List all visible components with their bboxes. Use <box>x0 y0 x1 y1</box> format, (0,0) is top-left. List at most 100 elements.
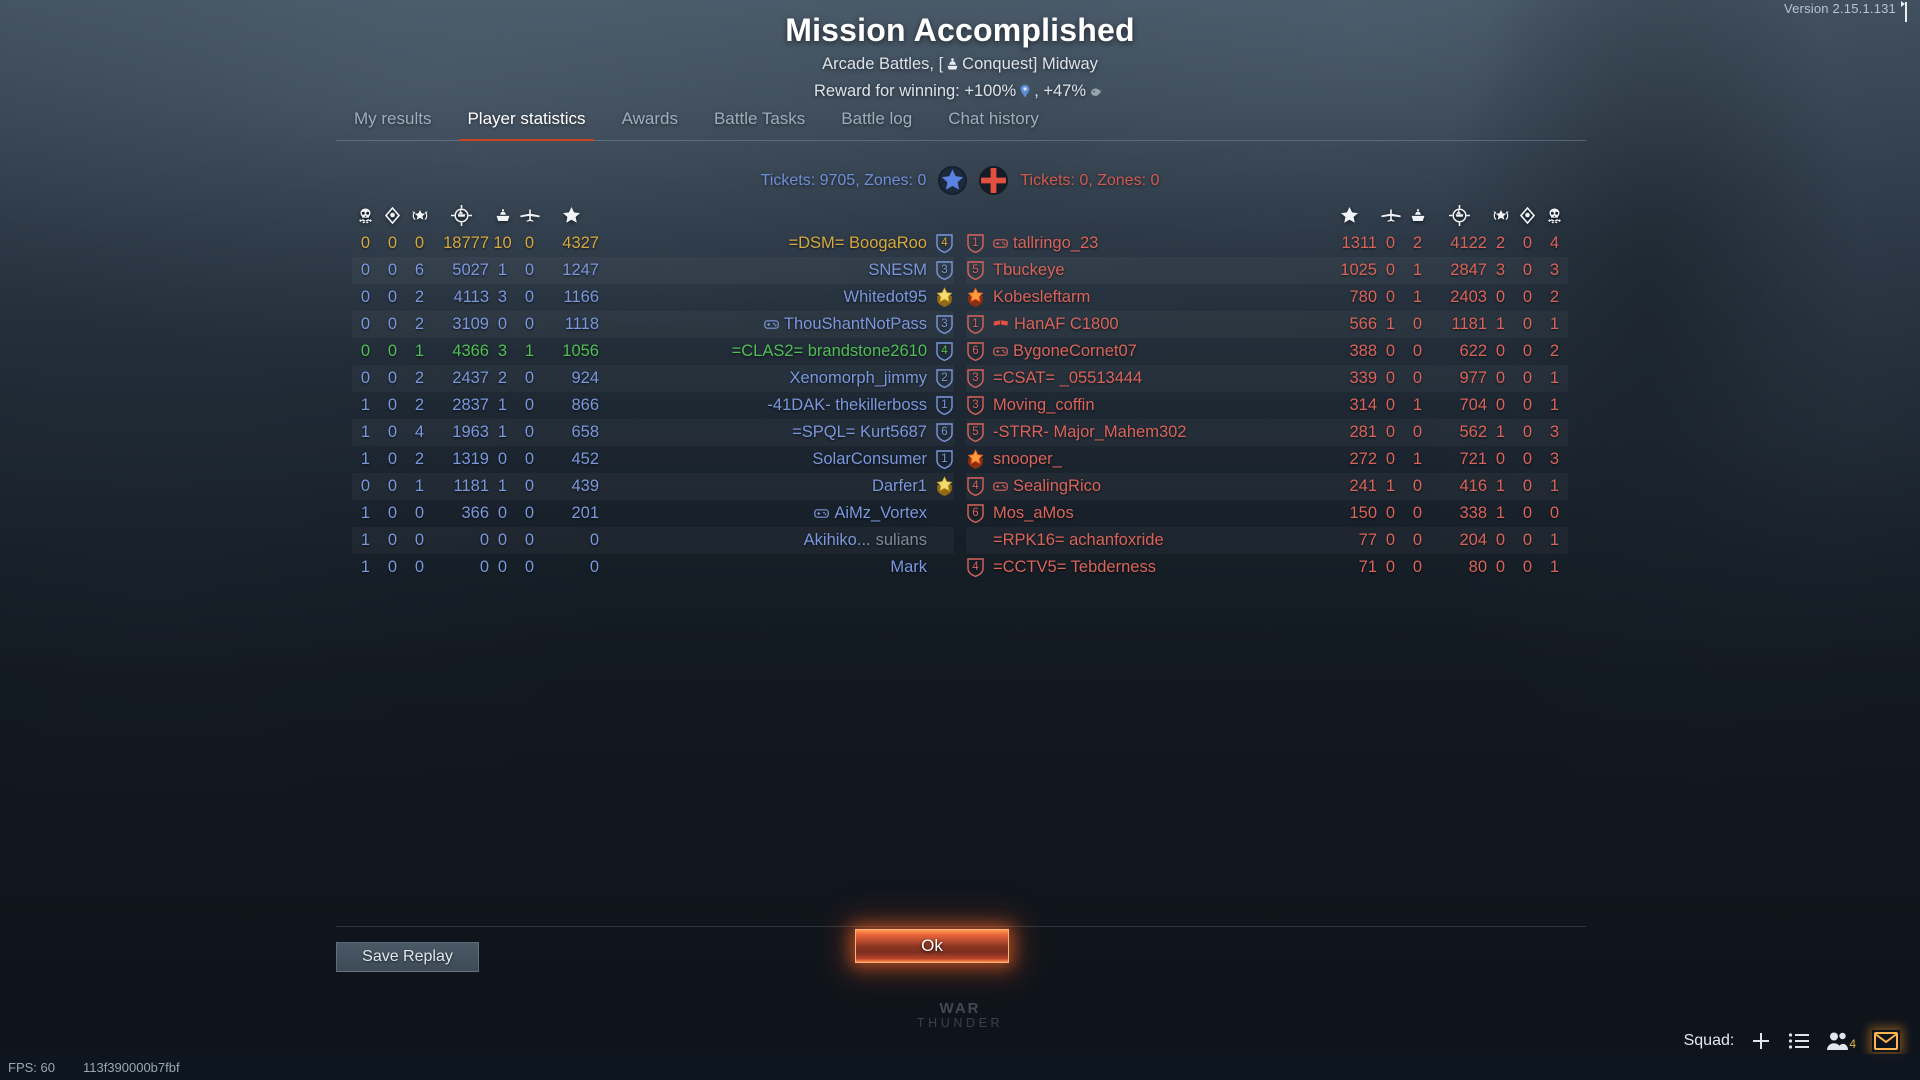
cell-assists: 0 <box>414 558 425 576</box>
red-team-rows: 1 tallringo_23 1311 0 2 4122 2 0 4 5 Tbuckeye 1025 0… <box>966 230 1568 581</box>
reward-line: Reward for winning: +100% , +47% <box>0 82 1920 103</box>
rank-badge: 3 <box>935 314 954 335</box>
table-row[interactable]: =RPK16= achanfoxride 77 0 0 204 0 0 1 <box>966 527 1568 554</box>
player-name-text: SolarConsumer <box>812 450 927 468</box>
table-row[interactable]: 1 0 4 1963 1 0 658 =SPQL= Kurt5687 6 <box>352 419 954 446</box>
cell-damage: 3109 <box>452 315 489 333</box>
plane-icon <box>1377 208 1404 223</box>
battle-mode-suffix: ] Midway <box>1032 55 1098 73</box>
squad-list-icon[interactable] <box>1788 1032 1810 1050</box>
ok-button[interactable]: Ok <box>855 929 1009 963</box>
table-row[interactable]: 1 0 2 1319 0 0 452 SolarConsumer 1 <box>352 446 954 473</box>
table-row[interactable]: 6 Mos_aMos 150 0 0 338 1 0 0 <box>966 500 1568 527</box>
player-name-suffix: sulians <box>875 531 927 549</box>
cell-player-name: Darfer1 <box>599 477 935 496</box>
table-row[interactable]: 3 Moving_coffin 314 0 1 704 0 0 1 <box>966 392 1568 419</box>
table-row[interactable]: 0 0 2 3109 0 0 1118 ThouShantNotPass 3 <box>352 311 954 338</box>
cell-score: 77 <box>1358 531 1377 549</box>
cell-damage: 366 <box>461 504 489 522</box>
cell-damage: 4366 <box>452 342 489 360</box>
cell-player-name: BygoneCornet07 <box>985 342 1321 361</box>
cell-assists: 0 <box>1495 288 1506 306</box>
cell-captures: 0 <box>387 450 398 468</box>
table-row[interactable]: 1 0 0 0 0 0 0 Akihiko... sulians <box>352 527 954 554</box>
rank-badge-number: 4 <box>941 344 948 357</box>
table-row[interactable]: snooper_ 272 0 1 721 0 0 3 <box>966 446 1568 473</box>
cell-player-name: Tbuckeye <box>985 261 1321 280</box>
cell-player-name: tallringo_23 <box>985 234 1321 253</box>
gamepad-icon <box>993 481 1008 492</box>
table-row[interactable]: 1 tallringo_23 1311 0 2 4122 2 0 4 <box>966 230 1568 257</box>
cell-captures: 0 <box>1522 261 1533 279</box>
cell-score: 4327 <box>562 234 599 252</box>
mail-icon[interactable] <box>1872 1030 1900 1052</box>
table-row[interactable]: 1 0 0 0 0 0 0 Mark <box>352 554 954 581</box>
table-row[interactable]: 1 0 0 366 0 0 201 AiMz_Vortex <box>352 500 954 527</box>
table-row[interactable]: 0 0 6 5027 1 0 1247 SNESM 3 <box>352 257 954 284</box>
battle-mode-name: Conquest <box>962 55 1033 73</box>
cell-ships: 0 <box>497 558 508 576</box>
cell-planes: 0 <box>524 315 535 333</box>
cell-assists: 0 <box>1495 450 1506 468</box>
tab-awards[interactable]: Awards <box>604 107 696 140</box>
cell-player-name: Moving_coffin <box>985 396 1321 415</box>
player-name-text: AiMz_Vortex <box>834 504 927 522</box>
premium-star-badge <box>935 287 954 308</box>
squad-add-icon[interactable] <box>1750 1030 1772 1052</box>
player-name-text: tallringo_23 <box>1013 234 1099 252</box>
cell-deaths: 1 <box>1549 558 1560 576</box>
ship-icon <box>1404 207 1431 224</box>
table-row[interactable]: 0 0 1 4366 3 1 1056 =CLAS2= brandstone2610 4 <box>352 338 954 365</box>
cell-captures: 0 <box>387 342 398 360</box>
table-row[interactable]: 4 =CCTV5= Tebderness 71 0 0 80 0 0 1 <box>966 554 1568 581</box>
cell-planes: 0 <box>1385 342 1396 360</box>
player-name-text: =DSM= BoogaRoo <box>788 234 927 252</box>
cell-deaths: 0 <box>360 315 371 333</box>
table-row[interactable]: 6 BygoneCornet07 388 0 0 622 0 0 2 <box>966 338 1568 365</box>
cell-deaths: 0 <box>1549 504 1560 522</box>
cell-planes: 0 <box>524 423 535 441</box>
crosshair-ship-icon <box>1431 204 1487 226</box>
table-row[interactable]: 0 0 0 18777 10 0 4327 =DSM= BoogaRoo 4 <box>352 230 954 257</box>
cell-player-name: SolarConsumer <box>599 450 935 469</box>
cell-assists: 3 <box>1495 261 1506 279</box>
silver-lions-icon <box>1089 84 1103 103</box>
cell-planes: 0 <box>524 288 535 306</box>
tab-battle-tasks[interactable]: Battle Tasks <box>696 107 823 140</box>
cell-planes: 0 <box>524 531 535 549</box>
table-row[interactable]: 0 0 2 2437 2 0 924 Xenomorph_jimmy 2 <box>352 365 954 392</box>
cell-captures: 0 <box>1522 477 1533 495</box>
table-row[interactable]: 0 0 2 4113 3 0 1166 Whitedot95 <box>352 284 954 311</box>
cell-captures: 0 <box>387 423 398 441</box>
player-name-text: Tbuckeye <box>993 261 1065 279</box>
tab-battle-log[interactable]: Battle log <box>823 107 930 140</box>
table-row[interactable]: 0 0 1 1181 1 0 439 Darfer1 <box>352 473 954 500</box>
table-row[interactable]: Kobesleftarm 780 0 1 2403 0 0 2 <box>966 284 1568 311</box>
tab-player-statistics[interactable]: Player statistics <box>449 107 603 141</box>
save-replay-button[interactable]: Save Replay <box>336 942 479 972</box>
cell-score: 1247 <box>562 261 599 279</box>
battle-mode-prefix: Arcade Battles, [ <box>822 55 944 73</box>
cell-captures: 0 <box>1522 342 1533 360</box>
reward-prefix: Reward for winning: +100% <box>813 82 1017 100</box>
cell-damage: 1319 <box>452 450 489 468</box>
table-row[interactable]: 1 HanAF C1800 566 1 0 1181 1 0 1 <box>966 311 1568 338</box>
cell-ships: 1 <box>1412 450 1423 468</box>
table-row[interactable]: 5 -STRR- Major_Mahem302 281 0 0 562 1 0 3 <box>966 419 1568 446</box>
cell-captures: 0 <box>387 369 398 387</box>
rank-badge: 4 <box>966 476 985 497</box>
table-row[interactable]: 1 0 2 2837 1 0 866 -41DAK- thekillerboss 1 <box>352 392 954 419</box>
cell-deaths: 1 <box>360 450 371 468</box>
table-row[interactable]: 3 =CSAT= _05513444 339 0 0 977 0 0 1 <box>966 365 1568 392</box>
result-tabs[interactable]: My results Player statistics Awards Batt… <box>336 107 1586 141</box>
cell-planes: 0 <box>1385 261 1396 279</box>
cell-planes: 1 <box>524 342 535 360</box>
tab-my-results[interactable]: My results <box>336 107 449 140</box>
tab-chat-history[interactable]: Chat history <box>930 107 1057 140</box>
cell-damage: 338 <box>1459 504 1487 522</box>
cell-assists: 1 <box>1495 504 1506 522</box>
cell-score: 566 <box>1349 315 1377 333</box>
table-row[interactable]: 5 Tbuckeye 1025 0 1 2847 3 0 3 <box>966 257 1568 284</box>
friends-icon[interactable]: 4 <box>1826 1031 1856 1051</box>
table-row[interactable]: 4 SealingRico 241 1 0 416 1 0 1 <box>966 473 1568 500</box>
